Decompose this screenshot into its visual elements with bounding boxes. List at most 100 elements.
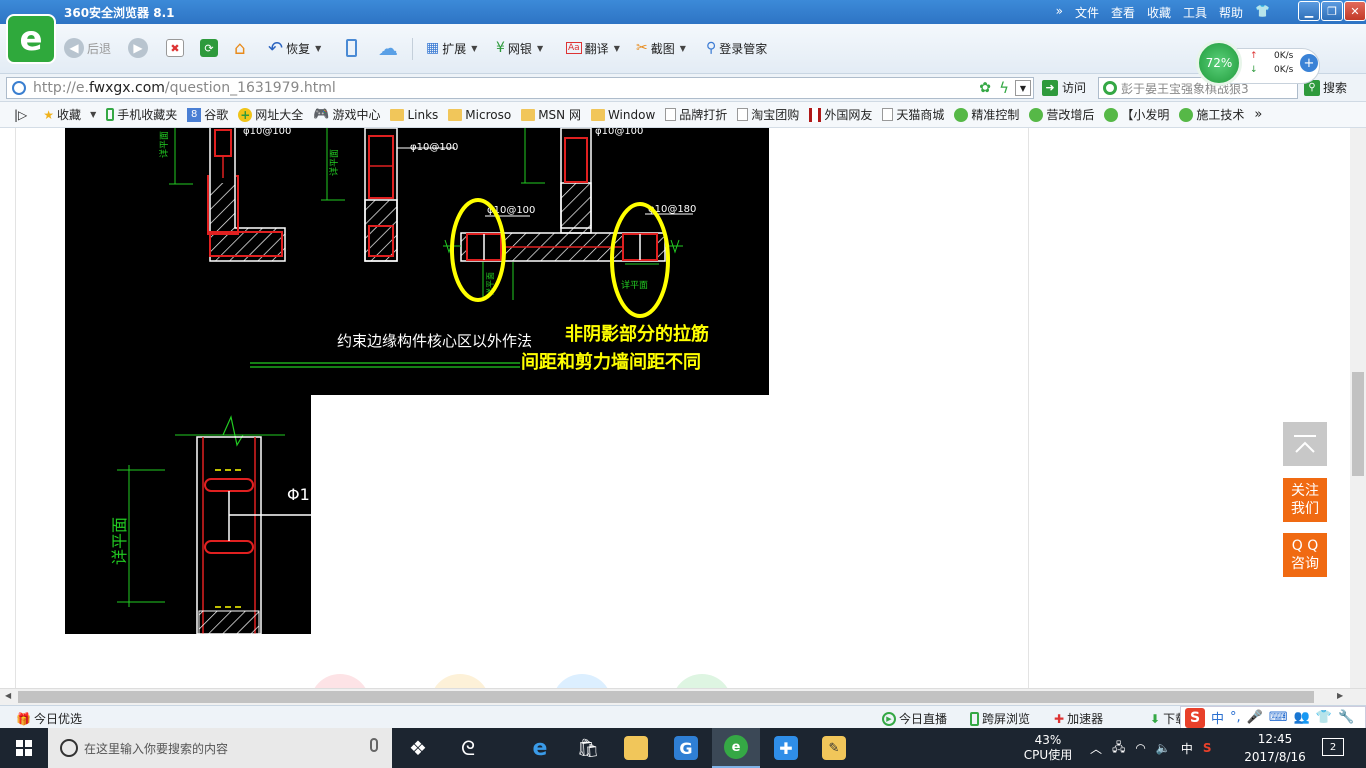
bookmark-item[interactable]: 天猫商城 — [882, 106, 944, 123]
security-icon[interactable]: ✿ — [979, 80, 991, 96]
ime-indicator[interactable]: 中 — [1181, 740, 1193, 757]
minimize-button[interactable]: ▁ — [1298, 1, 1320, 21]
share-bubble-icon[interactable] — [552, 674, 612, 688]
speed-mode-icon[interactable]: ϟ — [999, 79, 1009, 97]
microphone-icon[interactable] — [370, 738, 378, 752]
bookmark-item[interactable]: 8 谷歌 — [187, 106, 228, 123]
action-center-button[interactable]: 2 — [1322, 738, 1344, 756]
refresh-button[interactable]: ⟳ — [200, 36, 218, 60]
cloud-button[interactable]: ☁ — [378, 36, 398, 60]
taskbar-app-360browser[interactable]: e — [712, 728, 760, 768]
bookmark-folder[interactable]: Window — [590, 108, 655, 122]
back-button[interactable]: ◀ 后退 — [64, 36, 111, 60]
clock[interactable]: 12:45 2017/8/16 — [1240, 730, 1310, 766]
mic-icon[interactable]: 🎤 — [1247, 710, 1263, 725]
wrench-icon[interactable]: 🔧 — [1338, 710, 1354, 725]
menu-arrows[interactable]: » — [1056, 4, 1063, 21]
wifi-icon[interactable]: ◠ — [1135, 741, 1145, 755]
bank-button[interactable]: ¥ 网银 ▼ — [496, 36, 543, 60]
menu-help[interactable]: 帮助 — [1219, 4, 1243, 21]
restore-button[interactable]: ❐ — [1321, 1, 1343, 21]
bookmark-item[interactable]: 手机收藏夹 — [106, 106, 177, 123]
stop-button[interactable]: ✖ — [166, 36, 184, 60]
ime-lang[interactable]: 中 — [1211, 708, 1224, 727]
forward-button[interactable]: ▶ — [128, 36, 148, 60]
bookmark-item[interactable]: 【小发明 — [1104, 106, 1169, 123]
follow-us-button[interactable]: 关注 我们 — [1283, 478, 1327, 522]
add-icon[interactable]: + — [1300, 54, 1318, 72]
menu-favorites[interactable]: 收藏 — [1147, 4, 1171, 21]
taskbar-app[interactable]: ✚ — [762, 728, 810, 768]
ime-toolbar[interactable]: S 中 °, 🎤 ⌨ 👥 👕 🔧 — [1180, 706, 1366, 729]
browser-logo-icon[interactable]: e — [6, 14, 56, 64]
more-bookmarks-icon[interactable]: » — [1254, 107, 1262, 122]
scroll-left-icon[interactable]: ◀ — [5, 691, 11, 700]
bookmark-folder[interactable]: MSN 网 — [521, 106, 581, 123]
taskbar-search-box[interactable]: 在这里输入你要搜索的内容 — [48, 728, 392, 768]
restore-tab-button[interactable]: ↶ 恢复 ▼ — [268, 36, 321, 60]
sidebar-toggle-icon[interactable]: |▷ — [14, 108, 27, 122]
screenshot-button[interactable]: ✂ 截图 ▼ — [636, 36, 686, 60]
vertical-scrollbar[interactable] — [1350, 128, 1366, 688]
bookmark-item[interactable]: 🎮 游戏中心 — [313, 106, 380, 123]
bookmark-item[interactable]: 营改增后 — [1029, 106, 1094, 123]
close-button[interactable]: ✕ — [1344, 1, 1366, 21]
cpu-meter[interactable]: 43% CPU使用 — [1018, 728, 1078, 768]
taskbar-app-store[interactable]: 🛍 — [564, 728, 612, 768]
volume-icon[interactable]: 🔈 — [1156, 741, 1171, 755]
bookmark-item[interactable]: 淘宝团购 — [737, 106, 799, 123]
sogou-tray-icon[interactable]: S — [1203, 741, 1212, 755]
qq-consult-button[interactable]: Q Q 咨询 — [1283, 533, 1327, 577]
taskbar-app-edge[interactable]: e — [516, 728, 564, 768]
accelerator-button[interactable]: ✚ 加速器 — [1054, 710, 1103, 727]
share-bubble-icon[interactable] — [672, 674, 732, 688]
back-to-top-button[interactable] — [1283, 422, 1327, 466]
bookmark-item[interactable]: 施工技术 — [1179, 106, 1244, 123]
extend-button[interactable]: ▦ 扩展 ▼ — [426, 36, 477, 60]
keyboard-icon[interactable]: ⌨ — [1269, 710, 1288, 725]
start-button[interactable] — [0, 728, 48, 768]
screenshot-dropdown-icon[interactable]: ▼ — [680, 44, 686, 53]
bank-dropdown-icon[interactable]: ▼ — [537, 44, 543, 53]
scroll-right-icon[interactable]: ▶ — [1337, 691, 1343, 700]
bookmark-item[interactable]: 精准控制 — [954, 106, 1019, 123]
favorites-dropdown-icon[interactable]: ▼ — [90, 110, 96, 119]
mobile-button[interactable] — [346, 36, 357, 60]
shirt-icon[interactable]: 👕 — [1316, 710, 1332, 725]
home-button[interactable]: ⌂ — [234, 36, 245, 60]
share-bubble-icon[interactable] — [310, 674, 370, 688]
visit-button[interactable]: ➜ 访问 — [1042, 79, 1086, 96]
extend-dropdown-icon[interactable]: ▼ — [471, 44, 477, 53]
url-input[interactable]: http://e.fwxgx.com/question_1631979.html… — [6, 77, 1034, 99]
bookmark-folder[interactable]: Links — [390, 108, 438, 122]
task-view-button[interactable]: ❖ — [394, 728, 442, 768]
skin-icon[interactable]: 👕 — [1255, 4, 1270, 21]
url-dropdown-icon[interactable]: ▼ — [1015, 80, 1031, 96]
taskbar-app[interactable]: ✎ — [810, 728, 858, 768]
translate-dropdown-icon[interactable]: ▼ — [614, 44, 620, 53]
chevron-up-icon[interactable]: ︿ — [1090, 740, 1102, 757]
translate-button[interactable]: Aa 翻译 ▼ — [566, 36, 620, 60]
bookmark-favorites[interactable]: ★ 收藏 ▼ — [43, 106, 96, 123]
horizontal-scroll-thumb[interactable] — [18, 691, 1314, 703]
bookmark-item[interactable]: 品牌打折 — [665, 106, 727, 123]
login-manager-button[interactable]: ⚲ 登录管家 — [706, 36, 767, 60]
vertical-scroll-thumb[interactable] — [1352, 372, 1364, 476]
menu-view[interactable]: 查看 — [1111, 4, 1135, 21]
bookmark-folder[interactable]: Microso — [448, 108, 511, 122]
taskbar-app-explorer[interactable] — [612, 728, 660, 768]
punctuation-icon[interactable]: °, — [1230, 710, 1241, 725]
taskbar-app[interactable]: ᘓ — [444, 728, 492, 768]
network-icon[interactable]: 🖧 — [1112, 738, 1125, 759]
menu-tools[interactable]: 工具 — [1183, 4, 1207, 21]
user-icon[interactable]: 👥 — [1294, 710, 1310, 725]
memory-gauge[interactable]: 72% — [1196, 40, 1242, 86]
cross-screen-button[interactable]: 跨屏浏览 — [970, 710, 1030, 727]
restore-dropdown-icon[interactable]: ▼ — [315, 44, 321, 53]
share-bubble-icon[interactable] — [430, 674, 490, 688]
bookmark-item[interactable]: 外国网友 — [809, 106, 872, 123]
bookmark-item[interactable]: + 网址大全 — [238, 106, 303, 123]
network-speed-widget[interactable]: 72% ↑ ↓ 0K/s 0K/s + — [1196, 40, 1322, 100]
today-pick-button[interactable]: 🎁 今日优选 — [16, 710, 82, 727]
menu-file[interactable]: 文件 — [1075, 4, 1099, 21]
